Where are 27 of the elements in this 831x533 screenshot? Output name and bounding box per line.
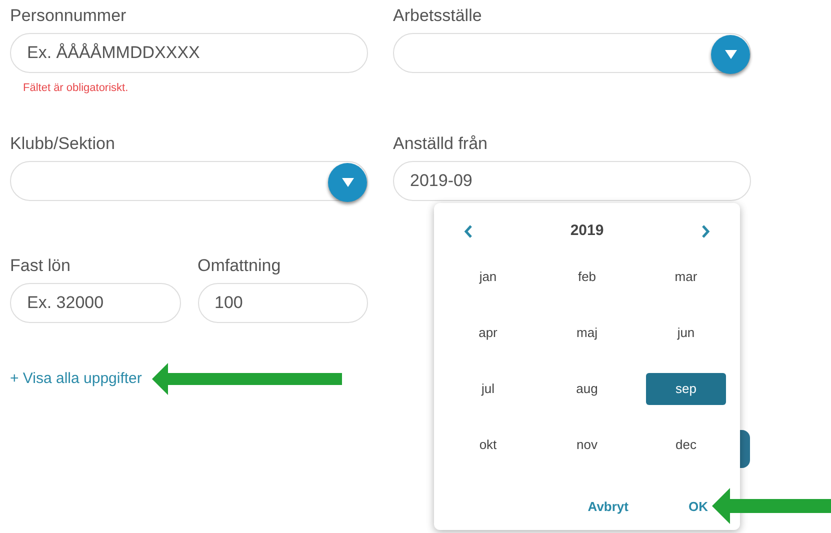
error-message: Fältet är obligatoriskt. <box>23 81 128 96</box>
field-label: Omfattning <box>198 256 281 276</box>
input-field[interactable]: Ex. 32000 <box>10 283 180 323</box>
month-option[interactable]: jun <box>646 317 726 349</box>
field-label: Anställd från <box>393 134 488 154</box>
month-option[interactable]: apr <box>448 317 528 349</box>
month-option[interactable]: jan <box>448 261 528 293</box>
field-label: Klubb/Sektion <box>10 134 115 154</box>
input-field[interactable]: 2019-09 <box>393 161 751 201</box>
field-label: Arbetsställe <box>393 6 482 26</box>
month-option[interactable]: dec <box>646 429 726 461</box>
input-field[interactable]: 100 <box>198 283 368 323</box>
month-option[interactable]: jul <box>448 373 528 405</box>
month-option[interactable]: okt <box>448 429 528 461</box>
ok-button[interactable]: OK <box>688 497 708 516</box>
month-option[interactable]: nov <box>547 429 627 461</box>
month-option[interactable]: mar <box>646 261 726 293</box>
field-label: Personnummer <box>10 6 126 26</box>
month-option[interactable]: feb <box>547 261 627 293</box>
month-option[interactable]: sep <box>646 373 726 405</box>
year-title: 2019 <box>570 220 604 241</box>
month-option[interactable]: aug <box>547 373 627 405</box>
show-all-link[interactable]: + Visa alla uppgifter <box>10 368 142 390</box>
cancel-button[interactable]: Avbryt <box>588 497 628 516</box>
month-option[interactable]: maj <box>547 317 627 349</box>
field-label: Fast lön <box>10 256 70 276</box>
input-field[interactable]: Ex. ÅÅÅÅMMDDXXXX <box>10 33 368 73</box>
